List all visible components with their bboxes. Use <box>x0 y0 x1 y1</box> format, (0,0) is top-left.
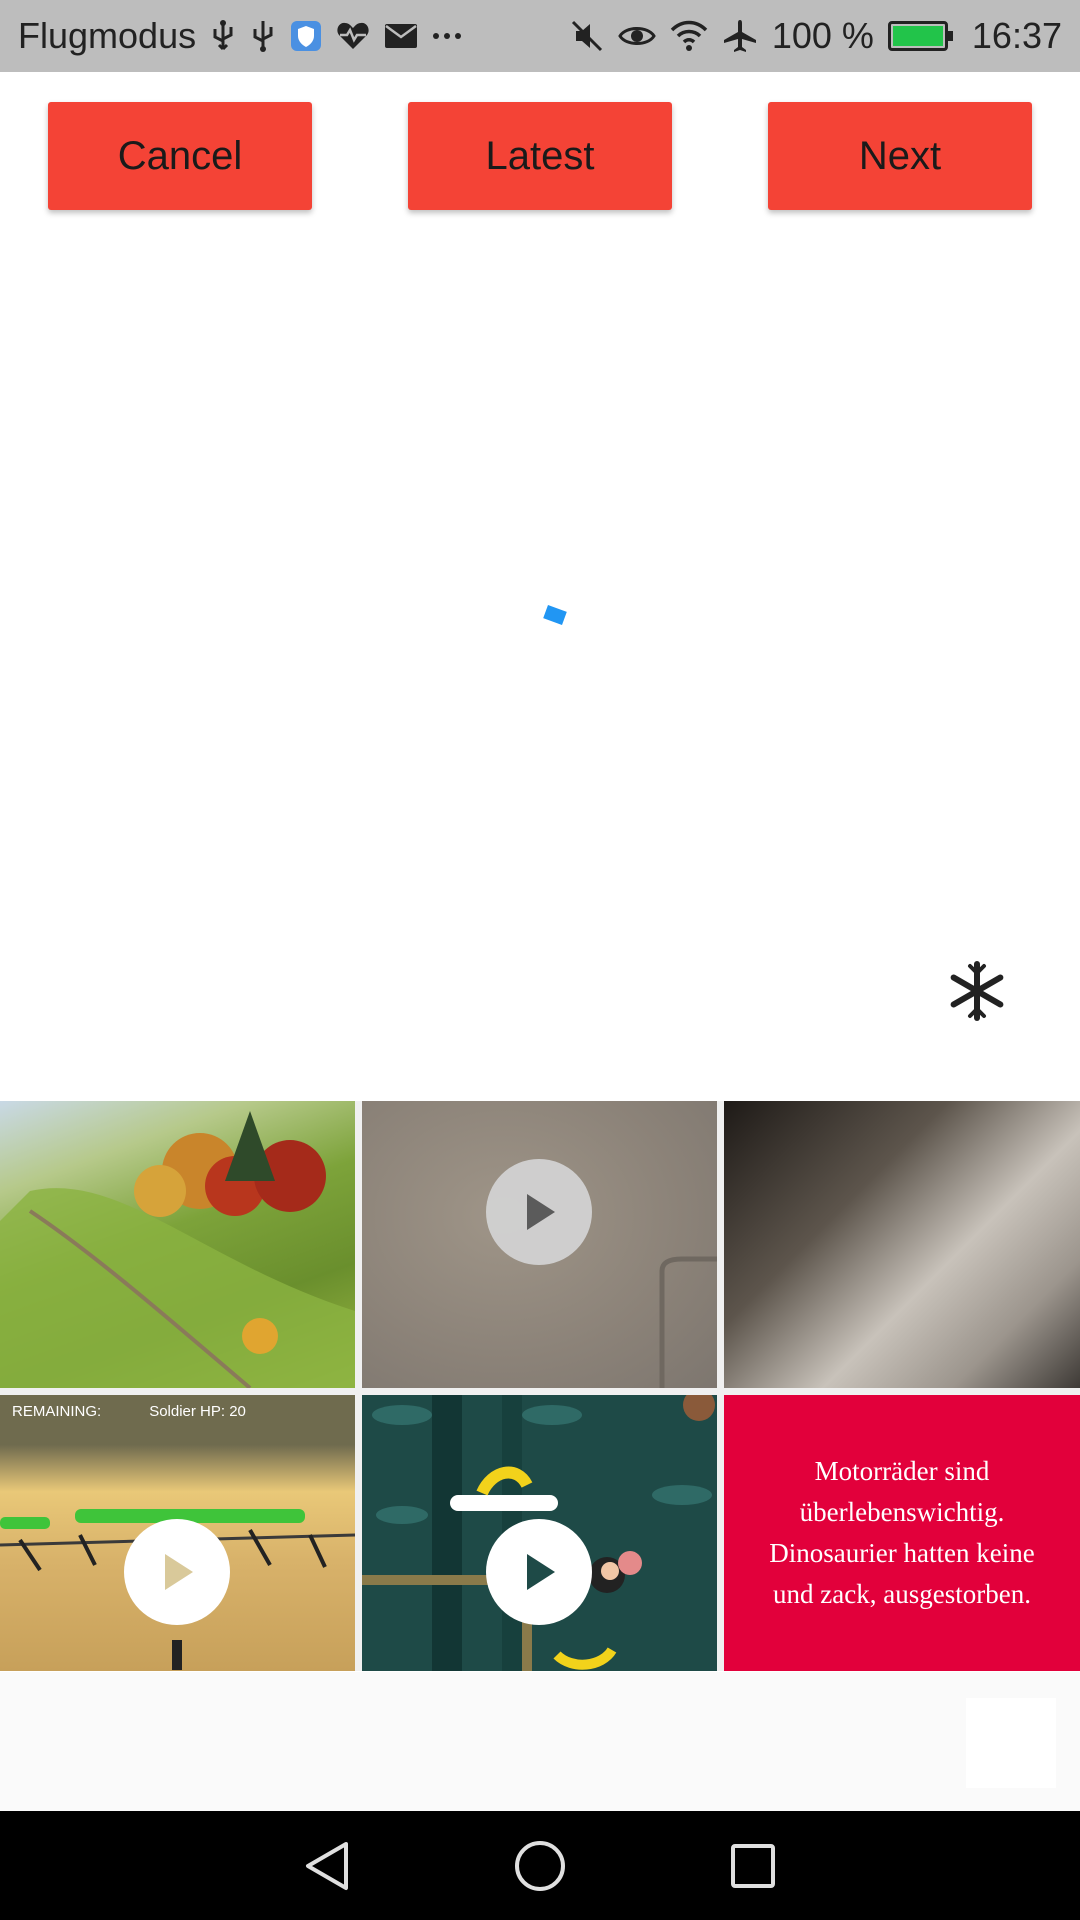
snowflake-icon[interactable] <box>944 958 1010 1024</box>
battery-charging-icon <box>887 21 953 51</box>
clock: 16:37 <box>971 15 1062 56</box>
caption-line: und zack, ausgestorben. <box>773 1579 1031 1609</box>
bottom-panel <box>0 1672 1080 1811</box>
thumbnail-video-grey[interactable] <box>362 1101 717 1388</box>
caption-line: Dinosaurier hatten keine <box>769 1538 1035 1568</box>
thumbnail-blurred[interactable] <box>724 1101 1080 1388</box>
thumbnail-video-game[interactable]: REMAINING: Soldier HP: 20 <box>0 1395 355 1671</box>
status-right: 100 % 16:37 <box>570 15 1062 57</box>
text-card-caption: Motorräder sind überlebenswichtig. Dinos… <box>769 1451 1034 1615</box>
more-icon <box>432 31 462 41</box>
play-icon <box>124 1519 230 1625</box>
thumbnail-text-card[interactable]: Motorräder sind überlebenswichtig. Dinos… <box>724 1395 1080 1671</box>
recents-icon[interactable] <box>723 1836 783 1896</box>
home-icon[interactable] <box>510 1836 570 1896</box>
thumbnail-autumn-hills[interactable] <box>0 1101 355 1388</box>
status-left: Flugmodus <box>18 15 462 57</box>
latest-button[interactable]: Latest <box>408 102 672 210</box>
caption-line: überlebenswichtig. <box>799 1497 1005 1527</box>
status-bar: Flugmodus 100 % 16:37 <box>0 0 1080 72</box>
cancel-button[interactable]: Cancel <box>48 102 312 210</box>
mail-icon <box>384 23 418 49</box>
shield-app-icon <box>290 20 322 52</box>
muted-icon <box>570 19 604 53</box>
back-icon[interactable] <box>297 1836 357 1896</box>
play-icon <box>486 1159 592 1265</box>
play-icon <box>486 1519 592 1625</box>
media-preview <box>0 230 1080 1100</box>
eye-icon <box>618 22 656 50</box>
battery-percent: 100 % <box>771 15 874 56</box>
airplane-icon <box>722 18 758 54</box>
airplane-mode-label: Flugmodus <box>18 15 197 56</box>
health-icon <box>336 21 370 51</box>
usb-icon <box>250 19 276 53</box>
usb-icon <box>210 19 236 53</box>
next-button[interactable]: Next <box>768 102 1032 210</box>
screen: Flugmodus 100 % 16:37 Cancel Latest Next… <box>0 0 1080 1920</box>
thumbnail-video-monkey-game[interactable] <box>362 1395 717 1671</box>
caption-line: Motorräder sind <box>814 1456 990 1486</box>
media-grid: REMAINING: Soldier HP: 20 Motorräder sin… <box>0 1101 1080 1671</box>
navigation-bar <box>0 1811 1080 1920</box>
wifi-icon <box>670 20 708 52</box>
selection-preview[interactable] <box>966 1698 1056 1788</box>
